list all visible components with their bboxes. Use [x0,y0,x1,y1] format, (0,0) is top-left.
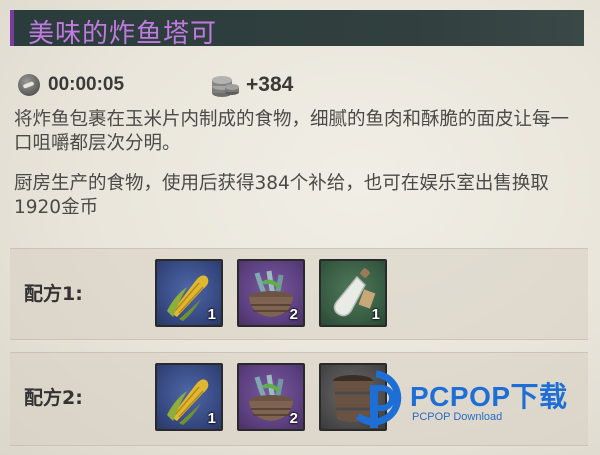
ingredient-count: 1 [207,410,216,427]
timer-icon [18,74,40,96]
ingredient-count: 1 [371,306,380,323]
supply-reward: +384 [210,70,293,100]
recipe-label: 配方1: [24,283,83,305]
item-usage: 厨房生产的食物，使用后获得384个补给，也可在娱乐室出售换取1920金币 [14,173,549,218]
coin-stack-icon [212,76,239,97]
ingredient-slot-fish-basket[interactable]: 2 [237,259,305,327]
ingredient-count: 2 [289,306,298,323]
ingredient-count: 1 [207,306,216,323]
pcpop-watermark: PCPOP下载 PCPOP Download [340,365,590,435]
item-title: 美味的炸鱼塔可 [28,19,218,49]
recipe-row-1: 配方1: 1 2 1 [10,248,588,340]
craft-time-value: 00:00:05 [48,74,125,95]
supply-value: +384 [246,73,294,96]
watermark-brand: PCPOP下载 [410,381,568,412]
ingredient-count: 2 [289,410,298,427]
ingredient-slot-fish-basket[interactable]: 2 [237,363,305,431]
ingredient-slot-corn[interactable]: 1 [155,363,223,431]
craft-time: 00:00:05 [18,70,124,100]
watermark-sub: PCPOP Download [412,411,503,423]
title-accent [10,10,14,46]
pcpop-logo-icon [355,370,402,428]
item-description: 将炸鱼包裹在玉米片内制成的食物，细腻的鱼肉和酥脆的面皮让每一口咀嚼都层次分明。 [14,109,570,154]
ingredient-slot-corn[interactable]: 1 [155,259,223,327]
item-title-bar: 美味的炸鱼塔可 [10,10,584,49]
ingredient-slot-salt-bottle[interactable]: 1 [319,259,387,327]
recipe-label: 配方2: [24,387,83,409]
